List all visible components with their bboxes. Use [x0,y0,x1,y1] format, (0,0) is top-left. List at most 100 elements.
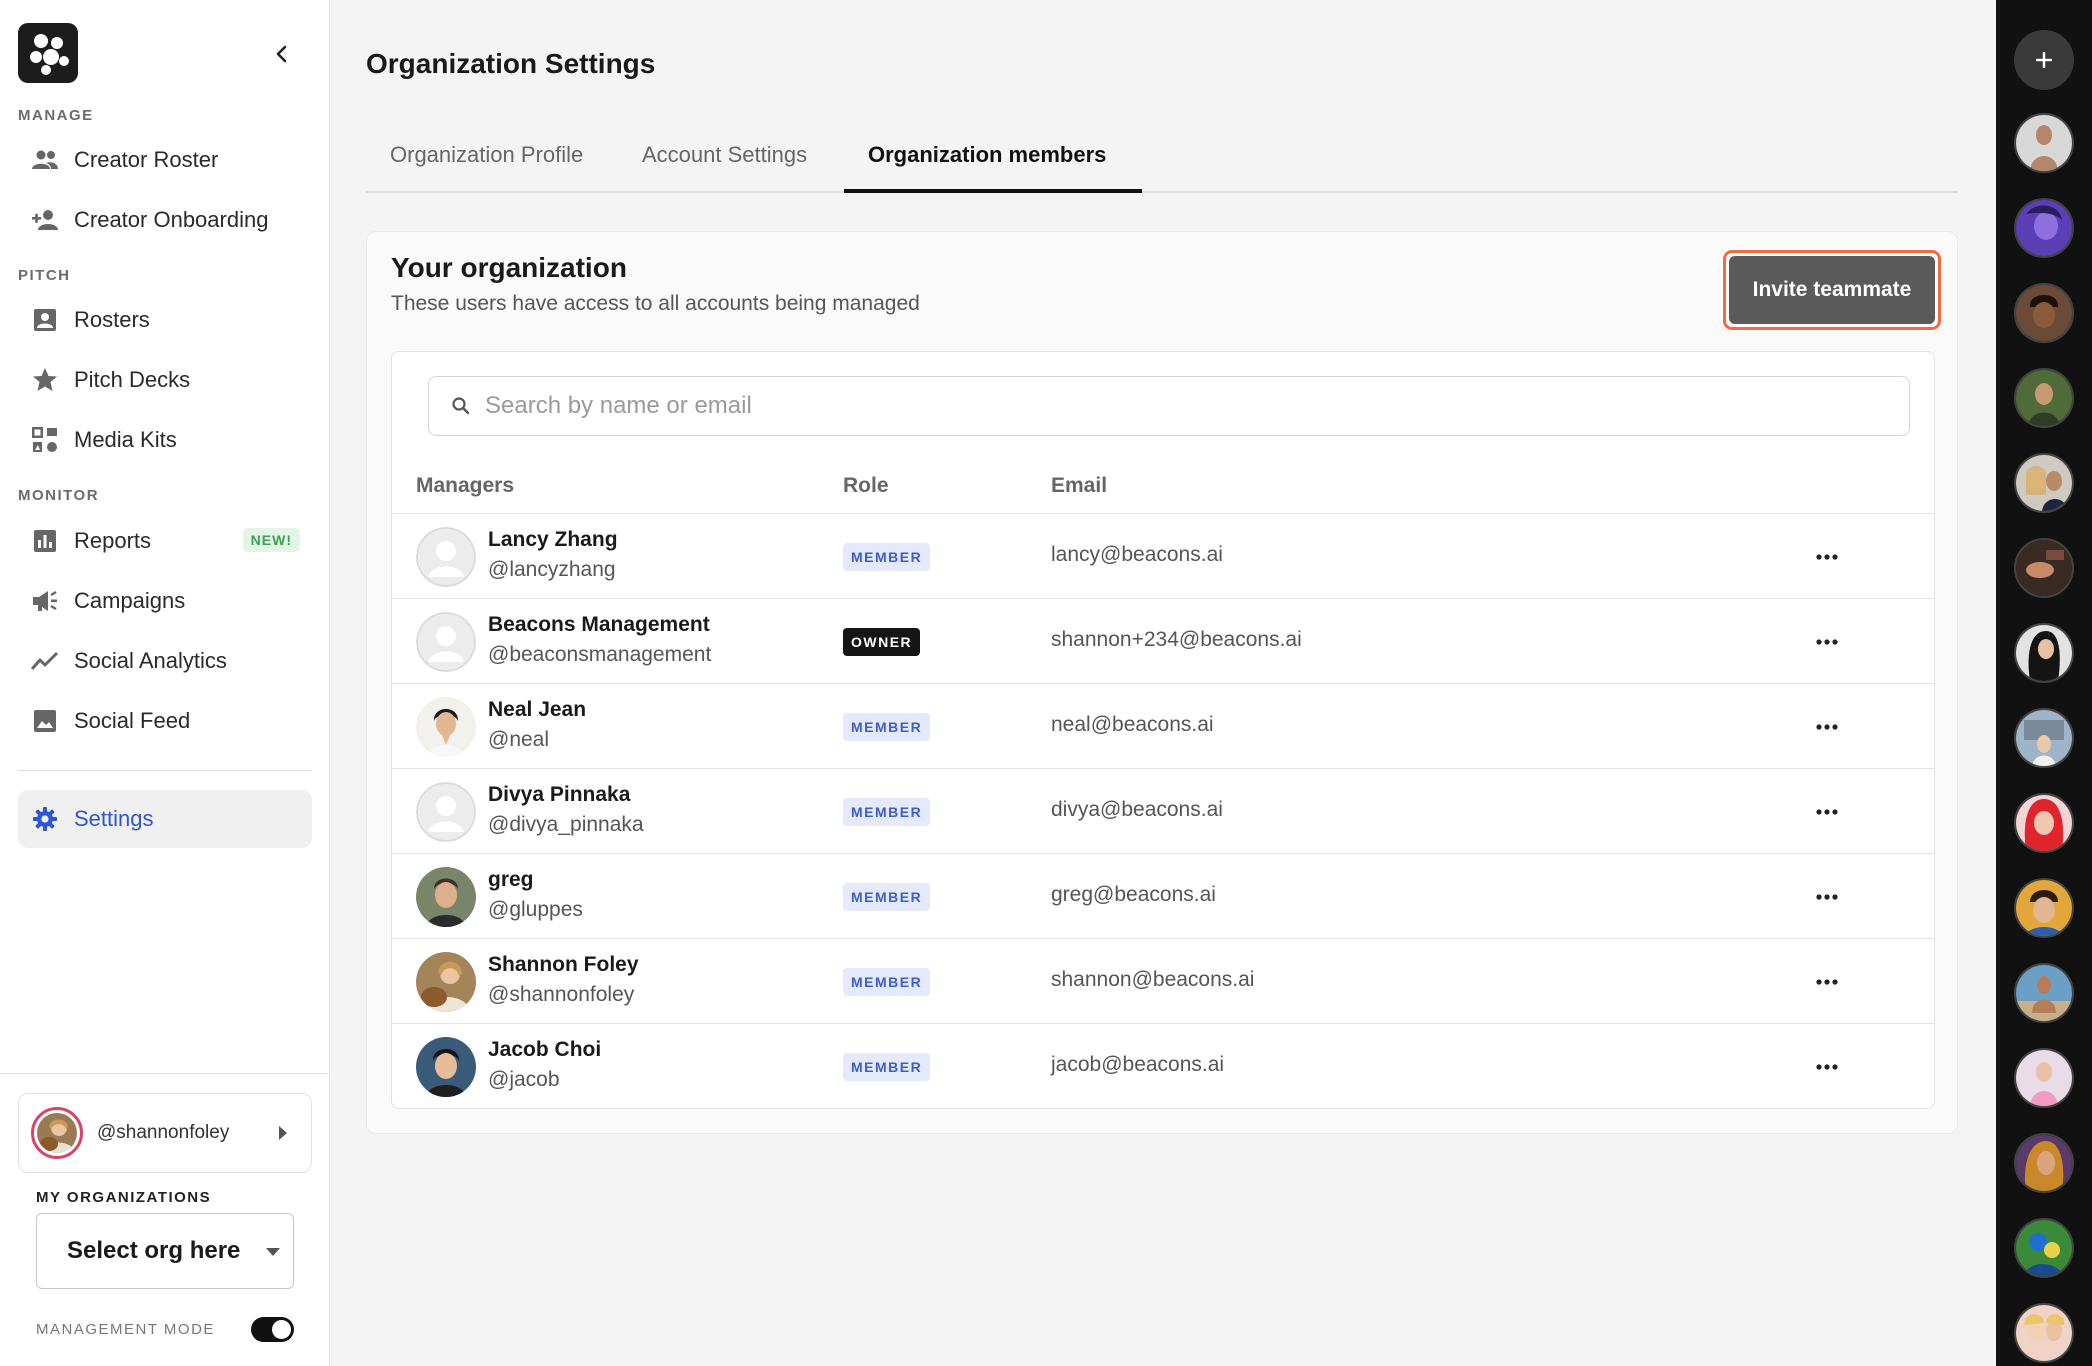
more-options-icon[interactable] [1814,969,1840,995]
account-handle: @shannonfoley [97,1122,230,1143]
avatar [416,1037,476,1097]
sidebar-item-label: Rosters [74,307,150,332]
role-badge: MEMBER [843,1053,931,1081]
more-options-icon[interactable] [1814,799,1840,825]
sidebar-item-rosters[interactable]: Rosters [18,293,312,347]
creator-rail [1996,0,2092,1366]
caret-right-icon [279,1126,287,1140]
sidebar-item-reports[interactable]: Reports NEW! [18,514,312,568]
collapse-sidebar-button[interactable] [268,40,296,68]
organization-subtitle: These users have access to all accounts … [391,292,920,315]
avatar [416,782,476,842]
my-organizations-label: MY ORGANIZATIONS [36,1189,212,1206]
creator-avatar[interactable] [2014,963,2074,1023]
creator-avatar[interactable] [2014,283,2074,343]
tab-account-settings[interactable]: Account Settings [642,136,807,193]
invite-teammate-button[interactable]: Invite teammate [1723,250,1941,330]
account-avatar [31,1107,83,1159]
avatar [416,612,476,672]
sidebar-item-label: Creator Onboarding [74,207,269,232]
more-options-icon[interactable] [1814,1054,1840,1080]
management-mode-toggle[interactable] [251,1317,294,1342]
role-badge: MEMBER [843,543,931,571]
members-table: Managers Role Email Lancy Zhang @lancyzh… [391,351,1935,1109]
creator-avatar[interactable] [2014,538,2074,598]
table-row: Lancy Zhang @lancyzhang MEMBER lancy@bea… [392,514,1934,599]
role-badge: MEMBER [843,713,931,741]
member-email: divya@beacons.ai [1051,798,1223,821]
sidebar-item-creator-roster[interactable]: Creator Roster [18,133,312,187]
role-badge: MEMBER [843,798,931,826]
member-email: neal@beacons.ai [1051,713,1214,736]
sidebar-item-media-kits[interactable]: Media Kits [18,413,312,467]
creator-avatar[interactable] [2014,708,2074,768]
avatar [416,527,476,587]
search-box [428,376,1910,436]
sidebar-item-pitch-decks[interactable]: Pitch Decks [18,353,312,407]
column-header-managers[interactable]: Managers [416,474,514,498]
creator-avatar[interactable] [2014,878,2074,938]
member-name: Beacons Management [488,613,710,636]
caret-down-icon [266,1248,280,1256]
beacons-logo[interactable] [18,23,78,83]
contact-card-icon [30,305,60,335]
toggle-knob [272,1320,291,1339]
sidebar-item-social-feed[interactable]: Social Feed [18,694,312,748]
page-title: Organization Settings [366,48,656,79]
sidebar: MANAGE Creator Roster Creator Onboarding… [0,0,330,1366]
invite-teammate-label: Invite teammate [1729,256,1935,324]
creator-avatar[interactable] [2014,793,2074,853]
member-email: jacob@beacons.ai [1051,1053,1225,1076]
more-options-icon[interactable] [1814,884,1840,910]
sidebar-item-label: Pitch Decks [74,367,191,392]
creator-avatar[interactable] [2014,1218,2074,1278]
person-add-icon [30,205,60,235]
avatar [416,952,476,1012]
more-options-icon[interactable] [1814,714,1840,740]
add-creator-button[interactable] [2014,30,2074,90]
section-label-monitor: MONITOR [18,487,100,504]
role-badge: MEMBER [843,883,931,911]
image-icon [30,706,60,736]
creator-avatar[interactable] [2014,453,2074,513]
member-name: Lancy Zhang [488,528,618,551]
more-options-icon[interactable] [1814,629,1840,655]
column-header-role[interactable]: Role [843,474,889,498]
column-header-email[interactable]: Email [1051,474,1107,498]
more-options-icon[interactable] [1814,544,1840,570]
member-handle: @shannonfoley [488,983,635,1006]
creator-avatar[interactable] [2014,1303,2074,1363]
search-input[interactable] [485,392,1865,420]
sidebar-item-label: Social Analytics [74,648,227,673]
member-name: Neal Jean [488,698,587,721]
tab-organization-members[interactable]: Organization members [868,136,1106,193]
sidebar-divider [18,770,312,771]
creator-avatar[interactable] [2014,1048,2074,1108]
member-email: greg@beacons.ai [1051,883,1216,906]
search-icon [452,397,470,415]
creator-avatar[interactable] [2014,198,2074,258]
sidebar-item-creator-onboarding[interactable]: Creator Onboarding [18,193,312,247]
active-tab-indicator [844,189,1142,193]
bar-chart-icon [30,526,60,556]
account-switcher[interactable]: @shannonfoley [18,1093,312,1173]
creator-avatar[interactable] [2014,368,2074,428]
member-email: shannon@beacons.ai [1051,968,1255,991]
org-select[interactable]: Select org here [36,1213,294,1289]
member-name: greg [488,868,534,891]
sidebar-item-campaigns[interactable]: Campaigns [18,574,312,628]
tab-organization-profile[interactable]: Organization Profile [390,136,583,193]
table-row: Shannon Foley @shannonfoley MEMBER shann… [392,939,1934,1024]
sidebar-item-label: Reports [74,528,152,553]
member-handle: @beaconsmanagement [488,643,712,666]
member-email: shannon+234@beacons.ai [1051,628,1302,651]
creator-avatar[interactable] [2014,623,2074,683]
creator-avatar[interactable] [2014,113,2074,173]
gear-icon [30,804,60,834]
member-handle: @gluppes [488,898,583,921]
org-select-value: Select org here [67,1237,241,1264]
chevron-left-icon [276,45,287,63]
sidebar-item-settings[interactable]: Settings [18,790,312,848]
sidebar-item-social-analytics[interactable]: Social Analytics [18,634,312,688]
creator-avatar[interactable] [2014,1133,2074,1193]
